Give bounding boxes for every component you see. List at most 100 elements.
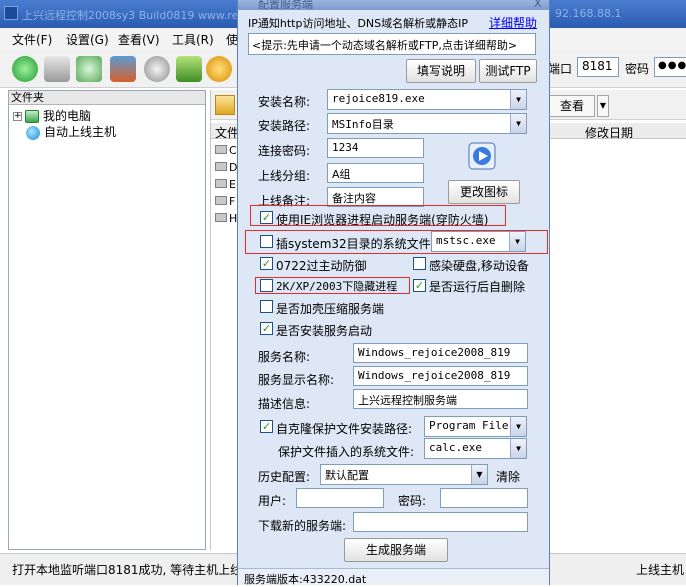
main-password-input[interactable]: ●●● <box>654 57 686 77</box>
tree-item-label: 我的电脑 <box>43 109 92 123</box>
chevron-down-icon[interactable]: ▼ <box>510 90 526 109</box>
service-display-label: 服务显示名称: <box>258 373 335 387</box>
up-folder-icon[interactable] <box>215 95 235 115</box>
tree-item-my-computer[interactable]: + 我的电脑 <box>13 107 91 124</box>
0722-defense-label: 0722过主动防御 <box>276 259 367 273</box>
user-label: 用户: <box>258 494 287 508</box>
chevron-down-icon[interactable]: ▼ <box>509 232 525 251</box>
chevron-down-icon[interactable]: ▼ <box>510 417 526 436</box>
menu-tools[interactable]: 工具(R) <box>172 31 214 48</box>
drive-item[interactable]: F <box>215 195 239 208</box>
install-name-value: rejoice819.exe <box>332 92 425 105</box>
protect-file-combo[interactable]: calc.exe ▼ <box>424 438 527 459</box>
history-config-combo[interactable]: 默认配置 ▼ <box>320 464 488 485</box>
description-label: 描述信息: <box>258 397 311 411</box>
self-delete-label: 是否运行后自删除 <box>429 280 526 294</box>
plugin-cubes-icon[interactable] <box>176 56 202 82</box>
drive-item[interactable]: C <box>215 144 239 157</box>
view-button-label: 查看 <box>559 99 584 113</box>
pack-compress-label: 是否加壳压缩服务端 <box>276 302 385 316</box>
install-service-checkbox[interactable] <box>260 322 273 335</box>
password-input[interactable] <box>440 488 528 508</box>
tree-expander-icon[interactable]: + <box>13 112 22 121</box>
main-port-input[interactable]: 8181 <box>577 57 619 77</box>
column-header-modified[interactable]: 修改日期 <box>585 124 633 141</box>
dialog-titlebar: 配置服务端 X <box>238 0 549 11</box>
instructions-button[interactable]: 填写说明 <box>406 59 476 83</box>
computer-icon <box>25 110 39 123</box>
server-config-dialog: 配置服务端 X IP通知http访问地址、DNS域名解析或静态IP 详细帮助 <… <box>237 0 550 586</box>
system32-file-value: mstsc.exe <box>436 234 496 247</box>
online-group-input[interactable]: A组 <box>327 163 424 183</box>
install-path-combo[interactable]: MSInfo目录 ▼ <box>327 113 527 134</box>
online-group-label: 上线分组: <box>258 169 311 183</box>
folder-panel-title: 文件夹 <box>9 91 205 105</box>
self-delete-checkbox[interactable] <box>413 279 426 292</box>
pack-compress-checkbox[interactable] <box>260 300 273 313</box>
ie-process-checkbox[interactable] <box>260 211 273 224</box>
download-server-input[interactable] <box>353 512 528 532</box>
clone-path-combo[interactable]: Program Files ▼ <box>424 416 527 437</box>
drive-item[interactable]: D <box>215 161 239 174</box>
install-name-label: 安装名称: <box>258 95 311 109</box>
tree-item-auto-online-hosts[interactable]: 自动上线主机 <box>26 123 116 140</box>
network-tool-icon[interactable] <box>76 56 102 82</box>
infect-drives-label: 感染硬盘,移动设备 <box>429 259 529 273</box>
system32-file-combo[interactable]: mstsc.exe ▼ <box>431 231 526 252</box>
menu-view[interactable]: 查看(V) <box>118 31 160 48</box>
folder-panel: 文件夹 + 我的电脑 自动上线主机 <box>8 90 206 550</box>
view-dropdown-chevron-icon[interactable]: ▼ <box>597 95 609 117</box>
main-password-label: 密码 <box>625 62 650 76</box>
main-port-label: 端口 <box>548 62 573 76</box>
drive-item[interactable]: E <box>215 178 239 191</box>
webcam-icon[interactable] <box>144 56 170 82</box>
view-button[interactable]: 查看 <box>549 95 595 117</box>
close-button[interactable]: X <box>534 0 542 10</box>
install-name-combo[interactable]: rejoice819.exe ▼ <box>327 89 527 110</box>
config-gear-icon[interactable] <box>206 56 232 82</box>
column-header-name[interactable]: 文件 <box>215 124 239 141</box>
install-service-label: 是否安装服务启动 <box>276 324 373 338</box>
system32-checkbox[interactable] <box>260 235 273 248</box>
menu-settings[interactable]: 设置(G) <box>66 31 109 48</box>
0722-defense-checkbox[interactable] <box>260 257 273 270</box>
test-ftp-button[interactable]: 测试FTP <box>479 59 537 83</box>
clone-path-value: Program Files <box>429 419 508 432</box>
clear-history-link[interactable]: 清除 <box>496 468 520 485</box>
self-clone-checkbox[interactable] <box>260 420 273 433</box>
ie-process-label: 使用IE浏览器进程启动服务端(穿防火墙) <box>276 213 489 227</box>
connect-password-label: 连接密码: <box>258 144 311 158</box>
user-input[interactable] <box>296 488 384 508</box>
server-app-icon <box>468 142 496 170</box>
globe-icon <box>26 125 40 140</box>
generate-server-button[interactable]: 生成服务端 <box>344 538 448 562</box>
menu-file[interactable]: 文件(F) <box>12 31 52 48</box>
infect-drives-checkbox[interactable] <box>413 257 426 270</box>
chevron-down-icon[interactable]: ▼ <box>510 439 526 458</box>
change-icon-button[interactable]: 更改图标 <box>448 180 520 204</box>
status-message: 打开本地监听端口8181成功, 等待主机上线 <box>12 563 237 577</box>
dialog-title: 配置服务端 <box>258 0 313 11</box>
main-window-title-ip: 92.168.88.1 <box>555 7 622 20</box>
detailed-help-link[interactable]: 详细帮助 <box>489 14 537 31</box>
online-globe-icon[interactable] <box>12 56 38 82</box>
dialog-statusbar: 服务端版本:433220.dat <box>238 568 549 586</box>
app-logo-icon <box>4 6 18 20</box>
screen-monitor-icon[interactable] <box>110 56 136 82</box>
settings-tool-icon[interactable] <box>44 56 70 82</box>
protect-file-value: calc.exe <box>429 441 482 454</box>
chevron-down-icon[interactable]: ▼ <box>471 465 487 484</box>
drive-item[interactable]: H <box>215 212 239 225</box>
install-path-value: MSInfo目录 <box>332 118 394 131</box>
online-remark-input[interactable]: 备注内容 <box>327 187 424 207</box>
self-clone-label: 自克隆保护文件安装路径: <box>276 422 413 436</box>
hide-process-label: 2K/XP/2003下隐藏进程 <box>276 280 398 293</box>
description-input[interactable]: 上兴远程控制服务端 <box>353 389 528 409</box>
chevron-down-icon[interactable]: ▼ <box>510 114 526 133</box>
connect-password-input[interactable]: 1234 <box>327 138 424 158</box>
hide-process-checkbox[interactable] <box>260 279 273 292</box>
status-online-hosts: 上线主机 <box>636 563 685 577</box>
service-display-input[interactable]: Windows_rejoice2008_819 <box>353 366 528 386</box>
hint-input[interactable]: <提示:先申请一个动态域名解析或FTP,点击详细帮助> <box>248 33 536 55</box>
service-name-input[interactable]: Windows_rejoice2008_819 <box>353 343 528 363</box>
